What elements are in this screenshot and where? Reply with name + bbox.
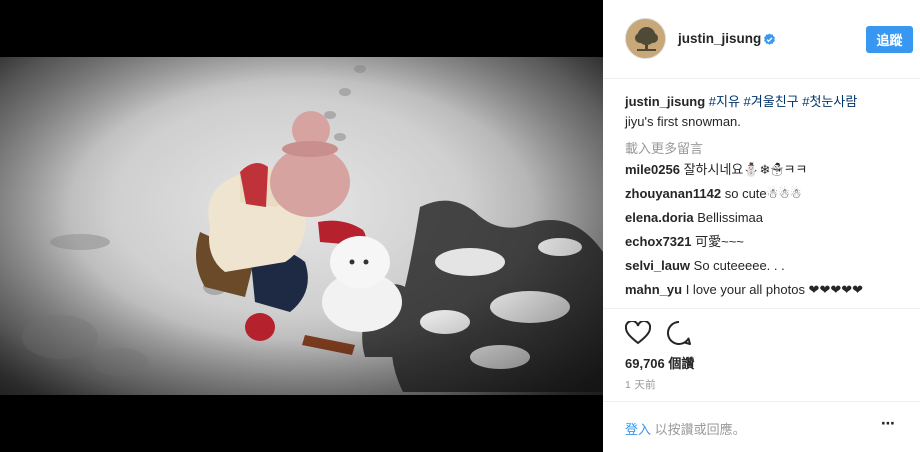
comments-section: justin_jisung #지유 #겨울친구 #첫눈사람 jiyu's fir…: [625, 93, 909, 302]
comment-username-link[interactable]: zhouyanan1142: [625, 186, 721, 201]
comment-text: so cute☃☃☃: [724, 186, 802, 201]
likes-count[interactable]: 69,706 個讚: [625, 353, 694, 372]
heart-icon[interactable]: [625, 321, 651, 345]
comment-item: elena.doria Bellissimaa: [625, 206, 909, 230]
avatar[interactable]: [625, 18, 666, 59]
post-header: justin_jisung 追蹤: [603, 0, 920, 79]
caption-username-link[interactable]: justin_jisung: [625, 94, 705, 109]
more-options-icon[interactable]: ⋯: [878, 417, 898, 435]
comment-username-link[interactable]: mile0256: [625, 162, 680, 177]
comment-item: selvi_lauw So cuteeeee. . .: [625, 254, 909, 278]
caption-hashtags-link[interactable]: #지유 #겨울친구 #첫눈사람: [709, 94, 858, 109]
comment-text: 잘하시네요⛄❄☃ㅋㅋ: [683, 162, 808, 177]
login-prompt: 登入 以按讚或回應。 ⋯: [603, 401, 920, 452]
actions-section: 69,706 個讚 1 天前: [603, 308, 920, 391]
header-username-link[interactable]: justin_jisung: [678, 31, 761, 46]
comment-item: mahn_yu I love your all photos ❤❤❤❤❤: [625, 278, 909, 302]
comment-username-link[interactable]: mahn_yu: [625, 282, 682, 297]
photo-illustration: [0, 57, 603, 395]
comment-username-link[interactable]: echox7321: [625, 234, 692, 249]
caption: justin_jisung #지유 #겨울친구 #첫눈사람: [625, 93, 909, 111]
avatar-tree-icon: [626, 19, 665, 58]
comment-bubble-icon[interactable]: [666, 320, 692, 346]
post-photo[interactable]: [0, 57, 603, 395]
post-side-panel: justin_jisung 追蹤 justin_jisung #지유 #겨울친구…: [603, 0, 920, 452]
login-prompt-text: 以按讚或回應。: [654, 422, 746, 437]
comment-text: So cuteeeee. . .: [693, 258, 785, 273]
login-link[interactable]: 登入: [625, 422, 651, 437]
comment-item: echox7321 可愛~~~: [625, 230, 909, 254]
load-more-comments-link[interactable]: 載入更多留言: [625, 140, 909, 158]
comment-text: Bellissimaa: [697, 210, 764, 225]
comment-username-link[interactable]: selvi_lauw: [625, 258, 690, 273]
caption-text: jiyu's first snowman.: [625, 114, 741, 129]
comment-text: 可愛~~~: [695, 234, 744, 249]
comment-item: zhouyanan1142 so cute☃☃☃: [625, 182, 909, 206]
post-timestamp[interactable]: 1 天前: [625, 377, 656, 392]
media-viewer: [0, 0, 603, 452]
follow-button[interactable]: 追蹤: [866, 26, 913, 53]
comment-text: I love your all photos ❤❤❤❤❤: [685, 282, 864, 297]
comment-item: mile0256 잘하시네요⛄❄☃ㅋㅋ: [625, 158, 909, 182]
comment-username-link[interactable]: elena.doria: [625, 210, 694, 225]
verified-badge-icon: [764, 33, 775, 45]
